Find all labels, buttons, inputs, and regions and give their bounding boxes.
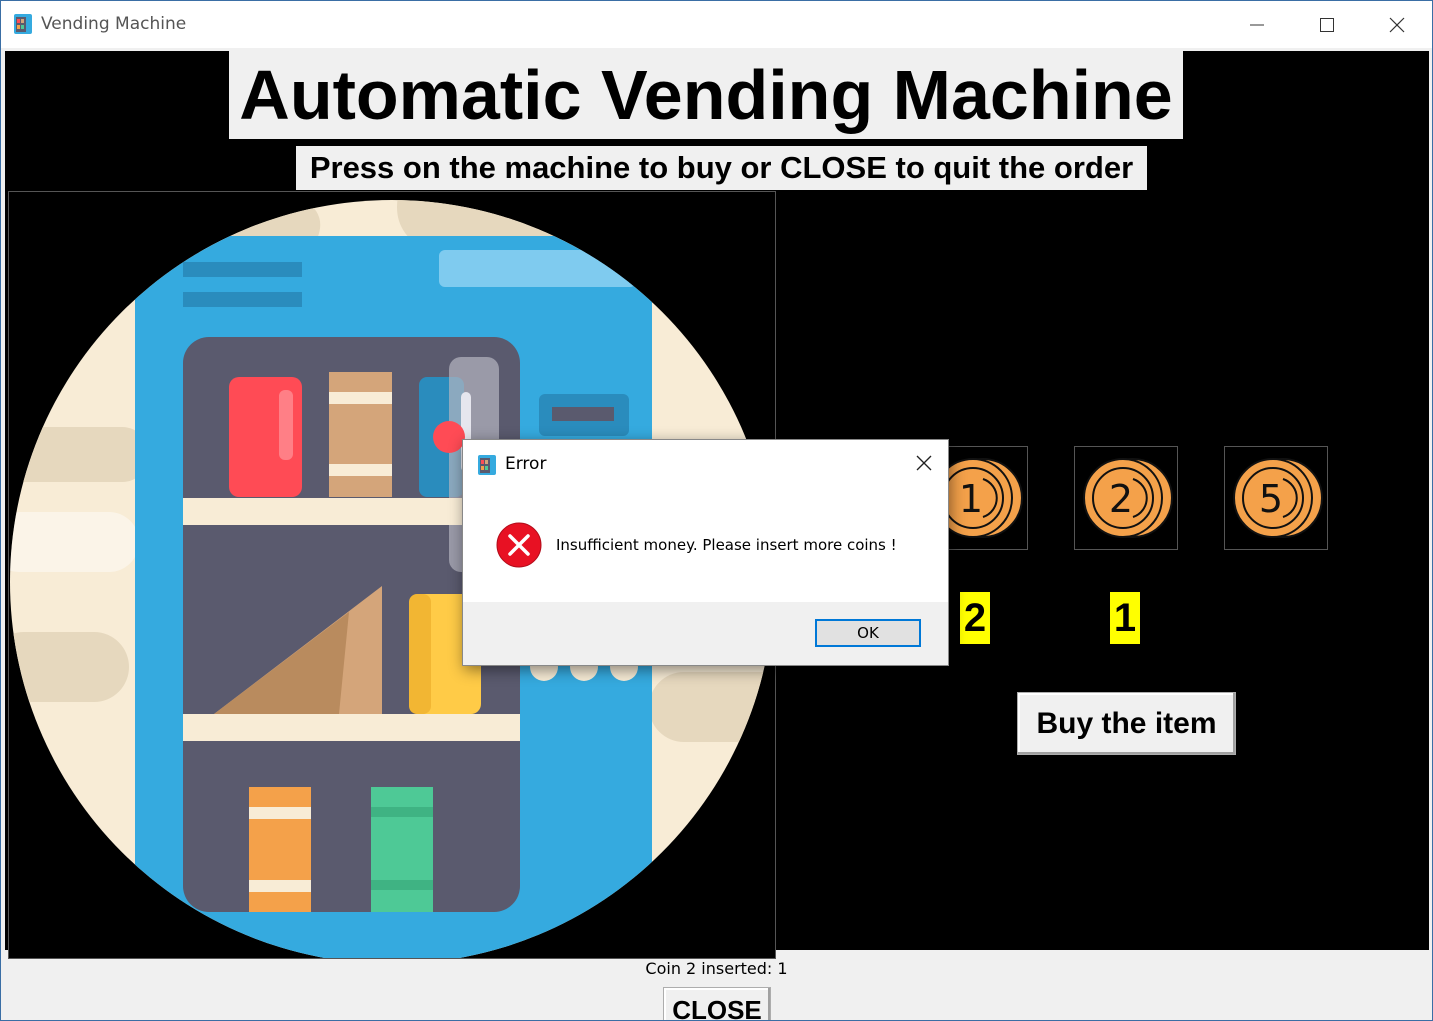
close-icon <box>916 455 932 471</box>
dialog-footer: OK <box>463 602 948 665</box>
window-close-button[interactable] <box>1362 1 1432 48</box>
coin-5-label: 5 <box>1259 477 1283 521</box>
status-text: Coin 2 inserted: 1 <box>645 959 788 978</box>
app-window: Vending Machine Automatic Vending Machin… <box>0 0 1433 1021</box>
dialog-message: Insufficient money. Please insert more c… <box>556 536 897 554</box>
window-title: Vending Machine <box>41 14 187 34</box>
dialog-title: Error <box>505 454 547 474</box>
coin-2-count: 1 <box>1110 592 1140 644</box>
minimize-button[interactable] <box>1222 1 1292 48</box>
buy-item-button[interactable]: Buy the item <box>1017 692 1236 755</box>
coin-2-label: 2 <box>1109 477 1133 521</box>
coin-2-icon: 2 <box>1083 458 1173 538</box>
maximize-icon <box>1320 18 1334 32</box>
coin-1-label: 1 <box>959 477 983 521</box>
instructions-text: Press on the machine to buy or CLOSE to … <box>296 146 1147 190</box>
title-bar[interactable]: Vending Machine <box>1 1 1432 48</box>
coin-2-button[interactable]: 2 <box>1074 446 1178 550</box>
minimize-icon <box>1250 24 1264 26</box>
close-icon <box>1389 17 1405 33</box>
coin-5-button[interactable]: 5 <box>1224 446 1328 550</box>
coin-1-count: 2 <box>960 592 990 644</box>
error-dialog: Error Insufficient money. Please insert … <box>462 439 949 666</box>
error-icon <box>496 522 542 568</box>
close-order-button[interactable]: CLOSE <box>663 987 771 1020</box>
dialog-close-button[interactable] <box>903 448 943 478</box>
vending-machine-app-icon <box>477 454 497 476</box>
coin-5-icon: 5 <box>1233 458 1323 538</box>
maximize-button[interactable] <box>1292 1 1362 48</box>
ok-button[interactable]: OK <box>815 619 921 647</box>
vending-machine-app-icon <box>13 13 33 35</box>
page-title: Automatic Vending Machine <box>229 51 1183 139</box>
